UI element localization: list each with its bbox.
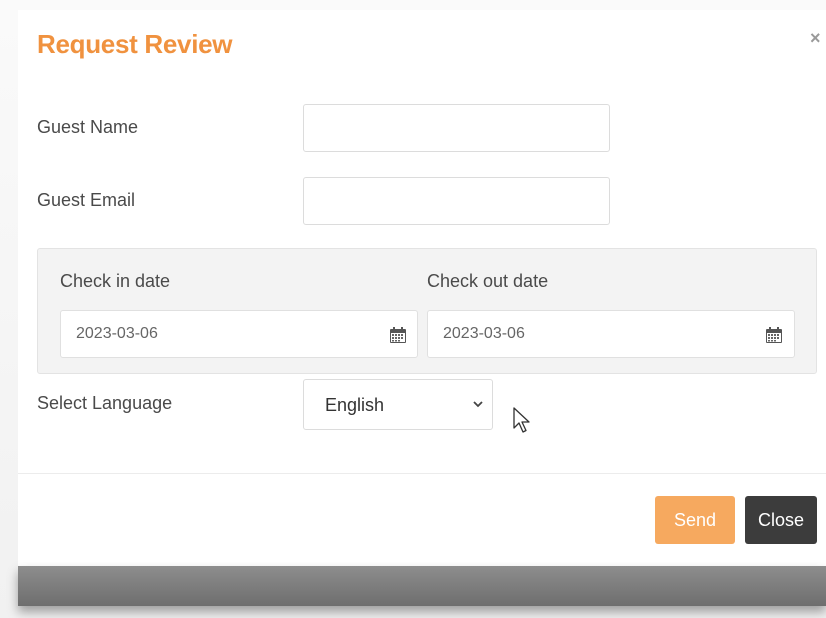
check-out-label: Check out date [427, 271, 549, 291]
guest-email-input[interactable] [303, 177, 610, 225]
check-in-date-value: 2023-03-06 [76, 325, 158, 342]
check-out-date-value: 2023-03-06 [443, 325, 525, 342]
guest-name-label: Guest Name [37, 117, 139, 137]
send-button[interactable]: Send [655, 496, 735, 544]
check-out-date-input[interactable]: 2023-03-06 [427, 310, 795, 358]
modal-title: Request Review [37, 29, 233, 59]
close-icon[interactable]: × [810, 28, 821, 49]
select-language-label: Select Language [37, 393, 173, 413]
guest-name-input[interactable] [303, 104, 610, 152]
check-in-date-input[interactable]: 2023-03-06 [60, 310, 418, 358]
guest-email-label: Guest Email [37, 190, 136, 210]
footer-divider [18, 473, 826, 474]
close-button[interactable]: Close [745, 496, 817, 544]
date-range-panel: Check in date Check out date 2023-03-06 … [37, 248, 817, 374]
chevron-down-icon [473, 401, 483, 408]
language-select-value: English [325, 395, 385, 415]
modal-backdrop-edge [18, 566, 826, 606]
calendar-icon[interactable] [389, 326, 407, 344]
calendar-icon[interactable] [765, 326, 783, 344]
mouse-pointer-icon [513, 407, 530, 433]
check-in-label: Check in date [60, 271, 171, 291]
language-select[interactable]: English [303, 379, 493, 430]
request-review-modal: Request Review × Guest Name Guest Email … [18, 10, 826, 566]
